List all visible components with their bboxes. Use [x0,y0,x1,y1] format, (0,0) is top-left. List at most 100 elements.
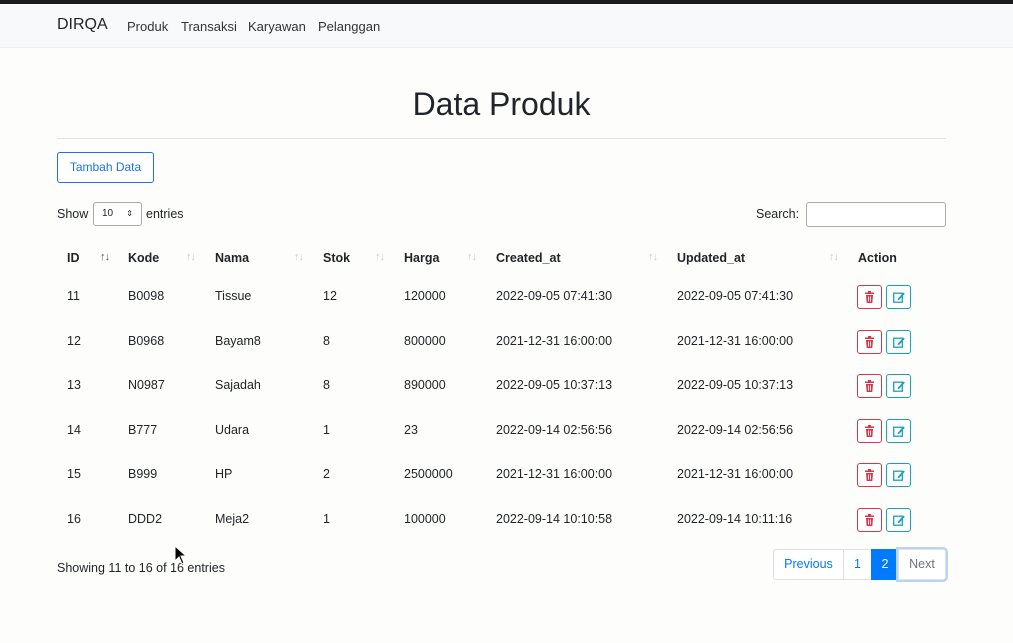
column-header-id[interactable]: ID [67,251,80,265]
column-header-updated-at[interactable]: Updated_at [677,251,745,265]
edit-icon [893,336,905,348]
search-input[interactable] [806,202,946,227]
cell-created-at: 2022-09-14 10:10:58 [496,512,613,526]
cell-nama: Bayam8 [215,334,261,348]
edit-icon [893,380,905,392]
cell-updated-at: 2022-09-14 02:56:56 [677,423,794,437]
cell-harga: 100000 [404,512,446,526]
cell-id: 12 [67,334,81,348]
cell-kode: B999 [128,467,158,481]
edit-icon [893,514,905,526]
cell-kode: B0968 [128,334,165,348]
delete-button[interactable] [857,374,882,398]
cell-created-at: 2022-09-14 02:56:56 [496,423,613,437]
cell-created-at: 2022-09-05 10:37:13 [496,378,613,392]
cell-stok: 1 [323,423,330,437]
cell-nama: Meja2 [215,512,250,526]
cell-kode: N0987 [128,378,165,392]
sort-icon: ↑↓ [186,251,196,263]
sort-icon: ↑↓ [648,251,658,263]
delete-button[interactable] [857,285,882,309]
cell-harga: 120000 [404,289,446,303]
trash-icon [864,425,875,437]
sort-icon: ↑↓ [294,251,304,263]
edit-button[interactable] [886,330,911,354]
trash-icon [864,514,875,526]
cell-harga: 890000 [404,378,446,392]
cell-updated-at: 2022-09-05 07:41:30 [677,289,794,303]
cell-kode: B0098 [128,289,165,303]
delete-button[interactable] [857,330,882,354]
cell-id: 14 [67,423,81,437]
trash-icon [864,380,875,392]
cell-id: 11 [67,289,80,303]
page-title: Data Produk [412,86,591,122]
cell-updated-at: 2021-12-31 16:00:00 [677,334,794,348]
nav-link-pelanggan[interactable]: Pelanggan [318,19,380,34]
cell-nama: Sajadah [215,378,261,392]
edit-icon [893,425,905,437]
navbar-brand[interactable]: DIRQA [57,16,108,34]
cell-stok: 1 [323,512,330,526]
sort-asc-icon: ↑↓ [100,251,110,263]
cell-id: 16 [67,512,81,526]
cell-stok: 8 [323,334,330,348]
pagination-next[interactable]: Next [898,549,946,580]
cell-id: 13 [67,378,81,392]
delete-button[interactable] [857,463,882,487]
cell-created-at: 2022-09-05 07:41:30 [496,289,613,303]
column-header-harga[interactable]: Harga [404,251,439,265]
entries-select-value: 10 [102,208,114,219]
cell-nama: HP [215,467,233,481]
column-header-kode[interactable]: Kode [128,251,159,265]
cell-harga: 23 [404,423,418,437]
nav-link-karyawan[interactable]: Karyawan [248,19,306,34]
table-info: Showing 11 to 16 of 16 entries [57,561,225,575]
select-arrows-icon: ⇕ [126,209,133,218]
navbar: DIRQA Produk Transaksi Karyawan Pelangga… [0,4,1013,48]
pagination-page-2[interactable]: 2 [871,549,899,580]
entries-label: entries [146,207,184,221]
trash-icon [864,469,875,481]
cell-nama: Udara [215,423,250,437]
trash-icon [864,291,875,303]
mouse-cursor-icon [174,545,188,565]
search-label: Search: [756,207,800,221]
cell-harga: 2500000 [404,467,453,481]
cell-created-at: 2021-12-31 16:00:00 [496,467,613,481]
pagination-previous[interactable]: Previous [773,549,844,580]
add-data-button[interactable]: Tambah Data [57,152,154,183]
cell-created-at: 2021-12-31 16:00:00 [496,334,613,348]
entries-select[interactable]: 10 ⇕ [93,202,142,226]
column-header-created-at[interactable]: Created_at [496,251,561,265]
edit-button[interactable] [886,374,911,398]
cell-harga: 800000 [404,334,446,348]
edit-button[interactable] [886,285,911,309]
sort-icon: ↑↓ [375,251,385,263]
edit-icon [893,469,905,481]
cell-updated-at: 2022-09-05 10:37:13 [677,378,794,392]
nav-link-transaksi[interactable]: Transaksi [181,19,237,34]
edit-button[interactable] [886,419,911,443]
edit-button[interactable] [886,508,911,532]
pagination-page-1[interactable]: 1 [843,549,872,580]
sort-icon: ↑↓ [467,251,477,263]
delete-button[interactable] [857,419,882,443]
sort-icon: ↑↓ [829,251,839,263]
cell-updated-at: 2021-12-31 16:00:00 [677,467,794,481]
cell-stok: 2 [323,467,330,481]
title-divider [57,138,946,139]
cell-nama: Tissue [215,289,252,303]
delete-button[interactable] [857,508,882,532]
nav-link-produk[interactable]: Produk [127,19,168,34]
cell-id: 15 [67,467,81,481]
edit-icon [893,291,905,303]
edit-button[interactable] [886,463,911,487]
cell-stok: 8 [323,378,330,392]
trash-icon [864,336,875,348]
cell-stok: 12 [323,289,337,303]
cell-kode: B777 [128,423,158,437]
column-header-stok[interactable]: Stok [323,251,350,265]
column-header-nama[interactable]: Nama [215,251,249,265]
cell-kode: DDD2 [128,512,163,526]
